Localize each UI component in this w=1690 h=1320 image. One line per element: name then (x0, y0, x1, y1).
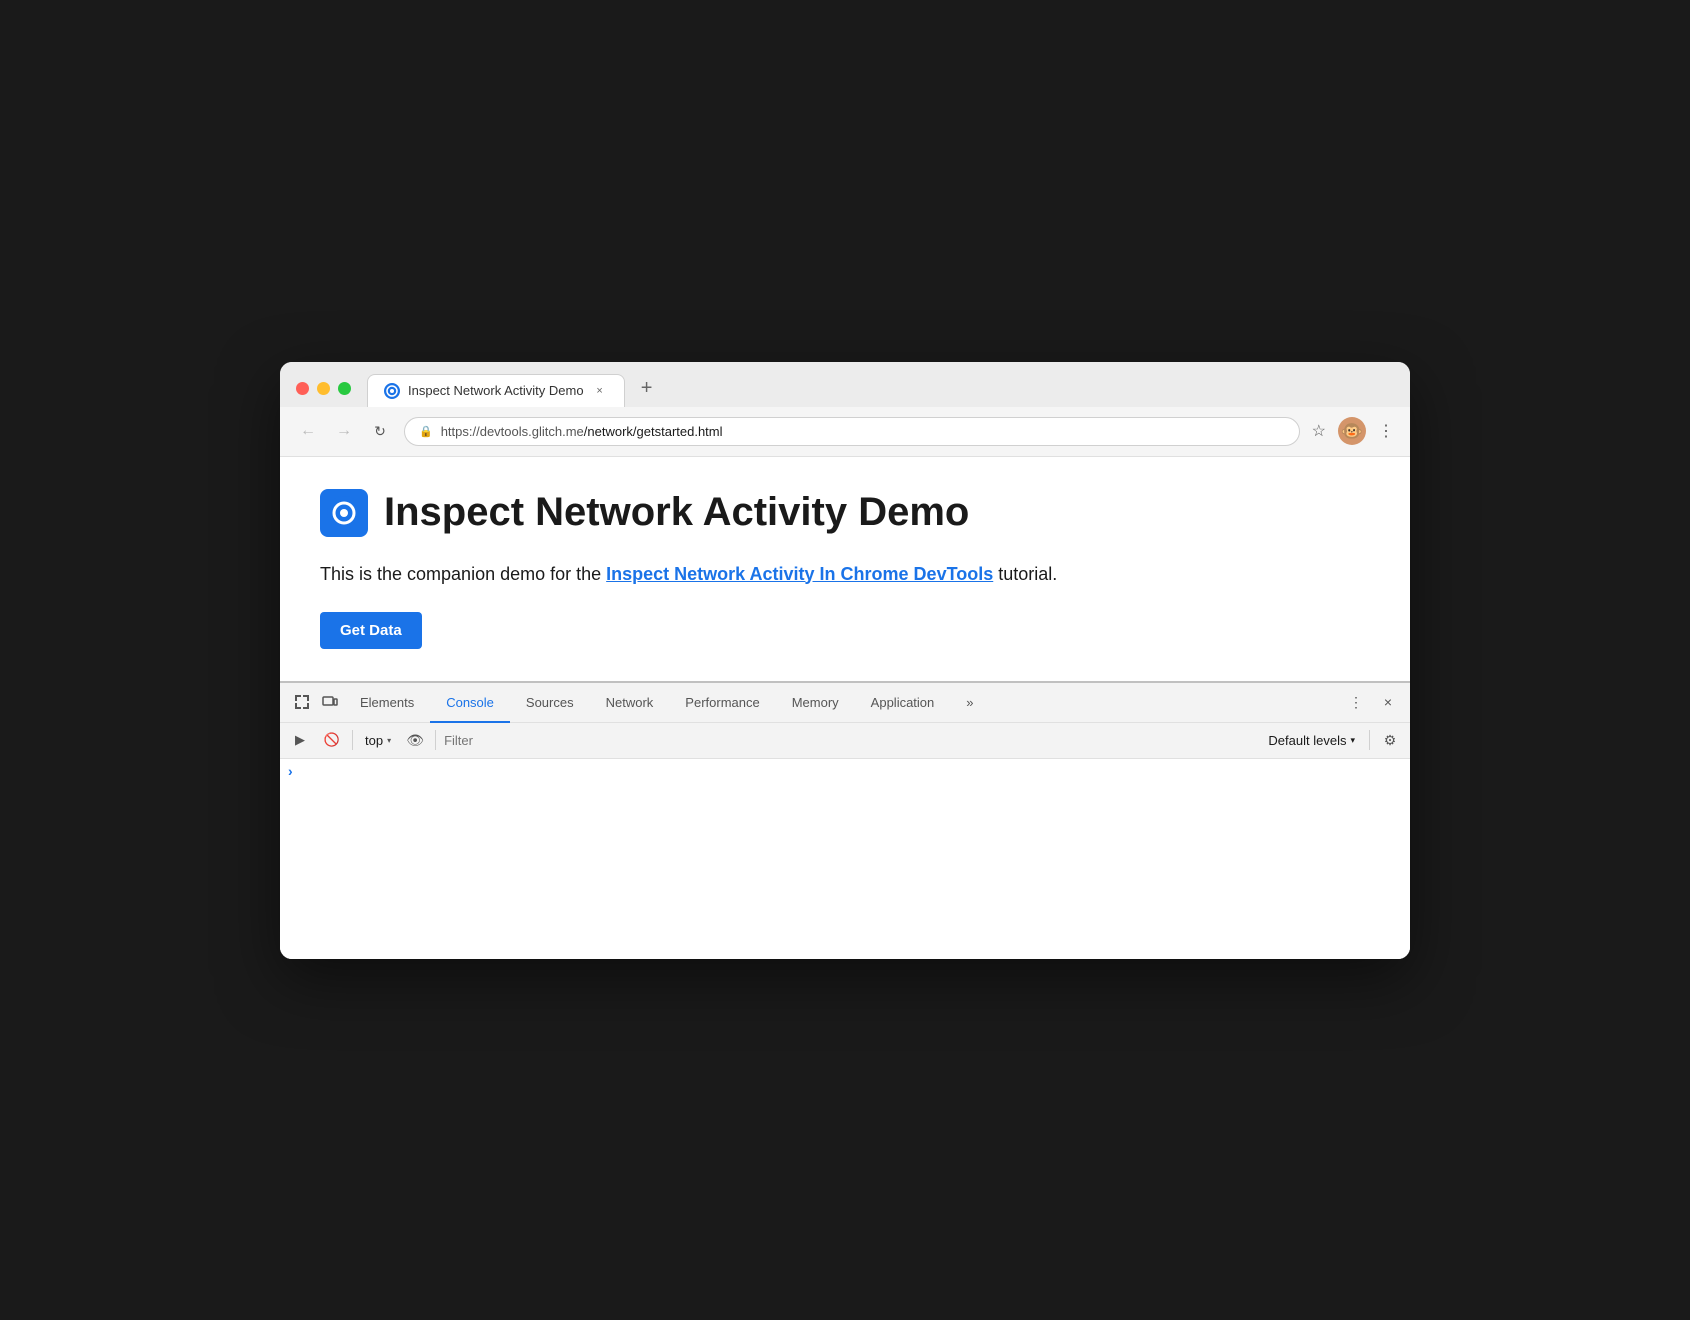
context-label: top (365, 733, 383, 748)
toolbar-divider-2 (435, 730, 436, 750)
url-text: https://devtools.glitch.me/network/getst… (441, 424, 1285, 439)
lock-icon: 🔒 (419, 425, 433, 438)
maximize-button[interactable] (338, 382, 351, 395)
page-favicon-icon (320, 489, 368, 537)
address-bar: ← → ↻ 🔒 https://devtools.glitch.me/netwo… (280, 407, 1410, 457)
console-toolbar: ▶ 🚫 top ▾ 👁 Default levels ▾ ⚙ (280, 723, 1410, 759)
browser-window: Inspect Network Activity Demo × + ← → ↻ … (280, 362, 1410, 959)
page-description: This is the companion demo for the Inspe… (320, 561, 1370, 588)
devtools-tabs: Elements Console Sources Network Perform… (280, 683, 1410, 723)
description-suffix: tutorial. (993, 564, 1057, 584)
tab-title: Inspect Network Activity Demo (408, 383, 584, 398)
devtools-link[interactable]: Inspect Network Activity In Chrome DevTo… (606, 564, 993, 584)
minimize-button[interactable] (317, 382, 330, 395)
inspect-element-icon[interactable] (288, 688, 316, 716)
tab-close-button[interactable]: × (592, 383, 608, 399)
devtools-tabs-right: ⋮ × (1342, 688, 1402, 716)
tab-elements[interactable]: Elements (344, 683, 430, 723)
tab-sources[interactable]: Sources (510, 683, 590, 723)
toolbar-divider (352, 730, 353, 750)
console-caret[interactable]: › (288, 763, 293, 779)
tab-favicon (384, 383, 400, 399)
devtools-panel: Elements Console Sources Network Perform… (280, 681, 1410, 959)
tab-memory[interactable]: Memory (776, 683, 855, 723)
clear-console-icon[interactable]: ▶ (288, 728, 312, 752)
console-body: › (280, 759, 1410, 959)
new-tab-button[interactable]: + (633, 375, 661, 403)
tab-application[interactable]: Application (855, 683, 951, 723)
device-toggle-icon[interactable] (316, 688, 344, 716)
star-icon[interactable]: ☆ (1312, 421, 1326, 441)
toolbar-divider-3 (1369, 730, 1370, 750)
tab-performance[interactable]: Performance (669, 683, 775, 723)
context-selector[interactable]: top ▾ (361, 731, 395, 750)
url-suffix: /network/getstarted.html (584, 424, 723, 439)
reload-button[interactable]: ↻ (368, 419, 392, 443)
levels-arrow-icon: ▾ (1350, 735, 1355, 746)
title-bar: Inspect Network Activity Demo × + (280, 362, 1410, 407)
default-levels-label: Default levels (1268, 733, 1346, 748)
traffic-lights (296, 382, 351, 395)
tab-more[interactable]: » (950, 683, 989, 723)
url-prefix: https://devtools.glitch.me (441, 424, 584, 439)
get-data-button[interactable]: Get Data (320, 612, 422, 649)
toolbar-icons: ☆ 🐵 ⋮ (1312, 417, 1394, 445)
devtools-close-button[interactable]: × (1374, 688, 1402, 716)
url-bar[interactable]: 🔒 https://devtools.glitch.me/network/get… (404, 417, 1300, 446)
default-levels-selector[interactable]: Default levels ▾ (1262, 731, 1361, 750)
block-icon[interactable]: 🚫 (320, 728, 344, 752)
context-arrow-icon: ▾ (387, 736, 391, 745)
tabs-row: Inspect Network Activity Demo × + (367, 374, 1394, 407)
tab-console[interactable]: Console (430, 683, 510, 723)
description-prefix: This is the companion demo for the (320, 564, 606, 584)
close-button[interactable] (296, 382, 309, 395)
eye-icon[interactable]: 👁 (403, 728, 427, 752)
page-title: Inspect Network Activity Demo (384, 490, 969, 535)
tab-network[interactable]: Network (590, 683, 670, 723)
page-title-row: Inspect Network Activity Demo (320, 489, 1370, 537)
filter-input[interactable] (444, 733, 1254, 748)
devtools-more-button[interactable]: ⋮ (1342, 688, 1370, 716)
back-button[interactable]: ← (296, 419, 320, 443)
forward-button[interactable]: → (332, 419, 356, 443)
menu-icon[interactable]: ⋮ (1378, 421, 1394, 441)
page-content: Inspect Network Activity Demo This is th… (280, 457, 1410, 681)
console-settings-icon[interactable]: ⚙ (1378, 728, 1402, 752)
active-tab[interactable]: Inspect Network Activity Demo × (367, 374, 625, 407)
avatar[interactable]: 🐵 (1338, 417, 1366, 445)
